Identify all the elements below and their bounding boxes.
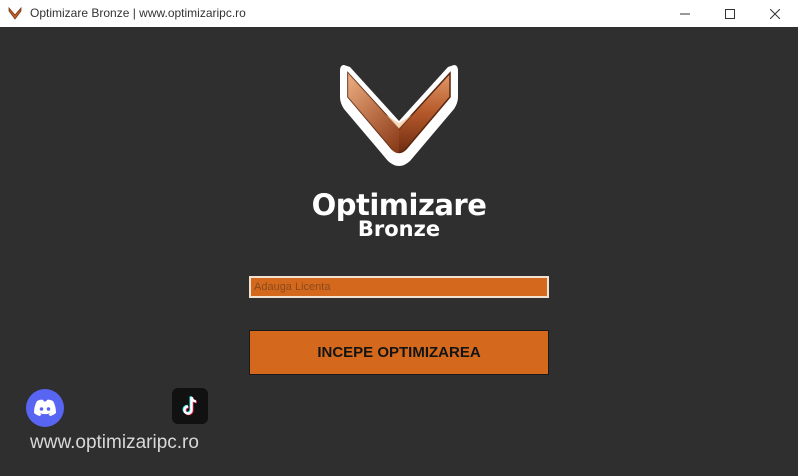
maximize-icon bbox=[725, 8, 735, 19]
discord-button[interactable] bbox=[26, 389, 64, 427]
brand-subname: Bronze bbox=[357, 217, 441, 241]
window-title: Optimizare Bronze | www.optimizaripc.ro bbox=[30, 6, 246, 20]
minimize-icon bbox=[680, 13, 690, 14]
close-icon bbox=[770, 8, 780, 19]
minimize-button[interactable] bbox=[662, 0, 708, 27]
bronze-chevron-logo-icon bbox=[340, 65, 458, 166]
title-bar: Optimizare Bronze | www.optimizaripc.ro bbox=[0, 0, 798, 27]
tiktok-icon bbox=[182, 396, 198, 416]
discord-icon bbox=[34, 399, 56, 416]
start-optimization-button[interactable]: INCEPE OPTIMIZAREA bbox=[249, 330, 549, 375]
website-link[interactable]: www.optimizaripc.ro bbox=[30, 432, 199, 454]
close-button[interactable] bbox=[752, 0, 798, 27]
license-input[interactable] bbox=[249, 276, 549, 298]
maximize-button[interactable] bbox=[707, 0, 753, 27]
tiktok-button[interactable] bbox=[172, 388, 208, 424]
app-logo-icon bbox=[8, 6, 22, 20]
